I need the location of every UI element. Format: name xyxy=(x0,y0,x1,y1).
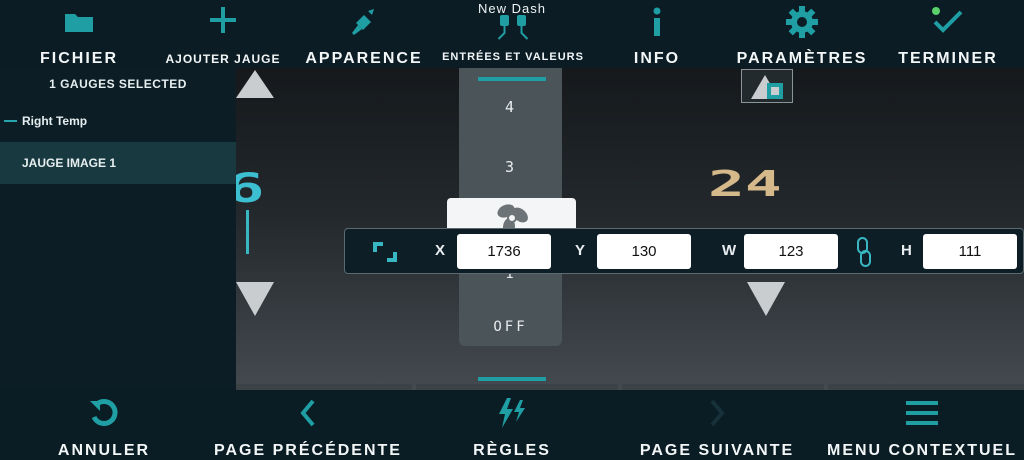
undo-button[interactable]: ANNULER xyxy=(54,390,154,460)
gauge-list-sidebar: 1 GAUGES SELECTED Right Temp JAUGE IMAGE… xyxy=(0,68,236,390)
done-label: TERMINER xyxy=(898,50,998,67)
lightning-icon xyxy=(495,390,529,436)
gauge-image-button[interactable] xyxy=(741,69,793,103)
left-gauge-value: 6 xyxy=(236,166,265,212)
left-up-arrow-icon[interactable] xyxy=(236,70,274,98)
x-label: X xyxy=(435,242,446,259)
context-menu-button[interactable]: MENU CONTEXTUEL xyxy=(826,390,1018,460)
previous-page-button[interactable]: PAGE PRÉCÉDENTE xyxy=(214,390,402,460)
appearance-label: APPARENCE xyxy=(305,50,423,67)
paint-spray-icon xyxy=(348,0,380,44)
dial-label-off: OFF xyxy=(493,319,528,335)
checkmark-icon xyxy=(931,0,965,44)
done-button[interactable]: TERMINER xyxy=(894,0,1002,68)
chevron-left-icon xyxy=(298,390,318,436)
next-page-button[interactable]: PAGE SUIVANTE xyxy=(632,390,802,460)
appearance-button[interactable]: APPARENCE xyxy=(304,0,424,68)
file-label: FICHIER xyxy=(40,50,118,67)
x-input[interactable] xyxy=(457,234,551,269)
bottom-toolbar: ANNULER PAGE PRÉCÉDENTE RÈGLES PAGE SUIV… xyxy=(0,390,1024,460)
inputs-values-label: ENTRÉES ET VALEURS xyxy=(442,51,584,63)
undo-icon xyxy=(87,390,121,436)
previous-page-label: PAGE PRÉCÉDENTE xyxy=(214,442,402,459)
right-gauge-value: 24 xyxy=(708,164,782,205)
right-down-arrow-icon[interactable] xyxy=(747,282,785,316)
resize-icon[interactable] xyxy=(371,240,399,269)
next-page-label: PAGE SUIVANTE xyxy=(639,442,795,459)
selection-count: 1 GAUGES SELECTED xyxy=(49,77,187,91)
undo-label: ANNULER xyxy=(57,442,151,459)
dial-bottom-line xyxy=(478,377,546,381)
inputs-values-button[interactable]: ENTRÉES ET VALEURS xyxy=(442,0,583,68)
plus-icon xyxy=(208,0,238,40)
gear-icon xyxy=(785,0,819,44)
w-label: W xyxy=(722,242,737,259)
left-gauge-bar xyxy=(246,210,249,254)
rules-label: RÈGLES xyxy=(473,442,551,459)
sidebar-item-label: JAUGE IMAGE 1 xyxy=(22,156,117,170)
y-input[interactable] xyxy=(597,234,691,269)
sidebar-item-right-temp[interactable]: Right Temp xyxy=(0,100,236,142)
position-size-bar: X Y W H xyxy=(344,228,1024,274)
info-label: INFO xyxy=(633,50,681,67)
connector-icon xyxy=(493,0,533,44)
gauge-image-icon xyxy=(751,75,783,99)
add-gauge-button[interactable]: AJOUTER JAUGE xyxy=(158,0,288,68)
y-label: Y xyxy=(575,242,586,259)
w-input[interactable] xyxy=(744,234,838,269)
h-label: H xyxy=(901,242,912,259)
dial-top-line xyxy=(478,77,546,81)
context-menu-label: MENU CONTEXTUEL xyxy=(827,442,1017,459)
folder-icon xyxy=(64,0,94,44)
h-input[interactable] xyxy=(923,234,1017,269)
left-down-arrow-icon[interactable] xyxy=(236,282,274,316)
chevron-right-icon xyxy=(707,390,727,436)
info-icon xyxy=(650,0,664,44)
dial-label-3: 3 xyxy=(504,158,517,176)
sidebar-item-label: Right Temp xyxy=(22,114,88,128)
settings-label: PARAMÈTRES xyxy=(736,50,868,67)
top-toolbar: New Dash FICHIER AJOUTER JAUGE APPARENCE xyxy=(0,0,1024,68)
add-gauge-label: AJOUTER JAUGE xyxy=(165,52,281,66)
rules-button[interactable]: RÈGLES xyxy=(470,390,554,460)
info-button[interactable]: INFO xyxy=(627,0,687,68)
link-aspect-icon[interactable] xyxy=(855,237,873,272)
hamburger-menu-icon xyxy=(905,390,939,436)
settings-button[interactable]: PARAMÈTRES xyxy=(736,0,868,68)
sidebar-item-jauge-image-1[interactable]: JAUGE IMAGE 1 xyxy=(0,142,236,184)
dial-label-4: 4 xyxy=(504,98,517,116)
file-button[interactable]: FICHIER xyxy=(38,0,120,68)
